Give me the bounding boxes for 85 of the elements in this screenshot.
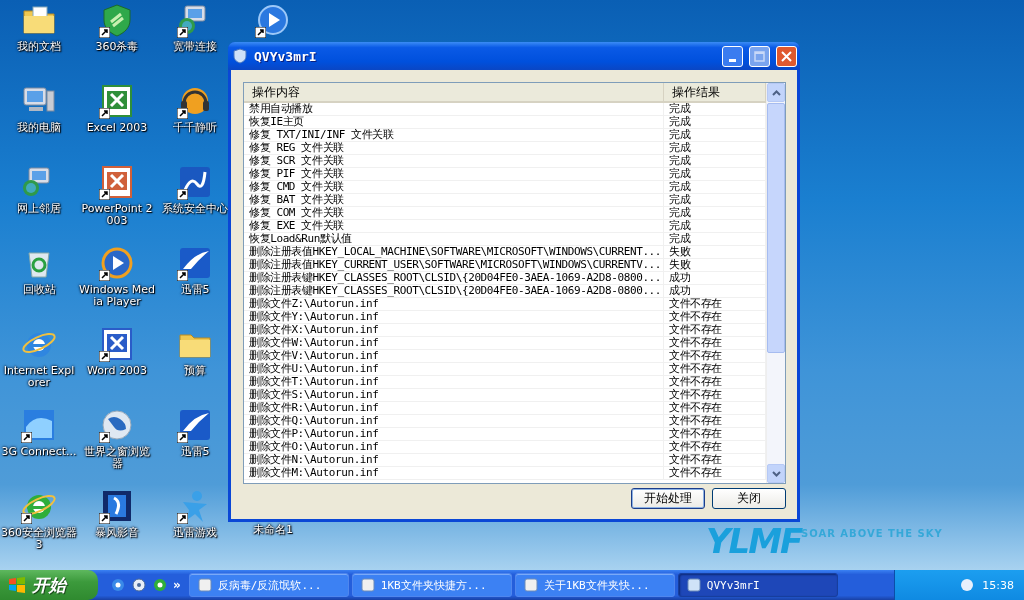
taskbar-button[interactable]: QVYv3mrI [677,573,838,597]
table-cell: 删除文件M:\Autorun.inf [244,467,664,479]
column-header[interactable]: 操作内容 [244,83,664,101]
desktop-icon-label[interactable]: 360杀毒 [79,41,155,53]
table-cell: 删除注册表键HKEY_CLASSES_ROOT\CLSID\{20D04FE0-3AEA-1069-A2D8-0800... [244,272,664,284]
windows-flag-icon [8,577,26,593]
document-icon [99,164,135,200]
document-icon [99,83,135,119]
window-icon [686,578,701,592]
table-cell: 删除文件P:\Autorun.inf [244,428,664,440]
table-cell: 修复 EXE 文件关联 [244,220,664,232]
table-cell: 删除文件W:\Autorun.inf [244,337,664,349]
table-cell: 删除文件T:\Autorun.inf [244,376,664,388]
desktop-icon-label[interactable]: 我的文档 [1,41,77,53]
maximize-icon [754,50,765,62]
table-cell: 修复 PIF 文件关联 [244,168,664,180]
taskbar-button[interactable]: 关于1KB文件夹快... [514,573,675,597]
gear-icon[interactable] [131,577,147,593]
taskbar-button[interactable]: 反病毒/反流氓软... [188,573,349,597]
start-button[interactable]: 开始 [0,570,98,600]
media-player-icon [99,245,135,281]
browser-icon[interactable] [110,577,126,593]
table-cell: 修复 BAT 文件关联 [244,194,664,206]
table-cell: 删除注册表键HKEY_CLASSES_ROOT\CLSID\{20D04FE0-3AEA-1069-A2D8-0800... [244,285,664,297]
player-icon [255,2,291,38]
desktop-icon-label[interactable]: 世界之窗浏览器 [79,446,155,470]
table-cell: 删除文件U:\Autorun.inf [244,363,664,375]
desktop-icon-label[interactable]: Windows Media Player [79,284,155,308]
window-icon [360,578,375,592]
desktop-icon-label[interactable]: Excel 2003 [79,122,155,134]
table-cell: 删除文件V:\Autorun.inf [244,350,664,362]
globe-tile-icon [21,407,57,443]
globe-icon [99,407,135,443]
tray-icon[interactable] [960,578,975,592]
table-cell: 删除文件O:\Autorun.inf [244,441,664,453]
desktop-icon-label[interactable]: 回收站 [1,284,77,296]
desktop-icon-label[interactable]: 360安全浏览器 3 [1,527,77,551]
security-center-icon [177,164,213,200]
chevron-up-icon [771,89,781,96]
table-cell: 修复 REG 文件关联 [244,142,664,154]
table-cell: 删除文件N:\Autorun.inf [244,454,664,466]
close-icon [781,50,792,62]
feather-icon [177,407,213,443]
table-cell: 修复 TXT/INI/INF 文件关联 [244,129,664,141]
desktop-icon-label[interactable]: Word 2003 [79,365,155,377]
clock: 15:38 [982,578,1014,592]
minimize-button[interactable] [722,45,743,67]
wallpaper-slogan: SOAR ABOVE THE SKY [801,528,943,539]
desktop-icon-label[interactable]: Internet Explorer [1,365,77,389]
table-cell: 恢复Load&Run默认值 [244,233,664,245]
table-cell: 删除文件Q:\Autorun.inf [244,415,664,427]
scrollbar[interactable] [766,83,785,483]
desktop-icon-label[interactable]: PowerPoint 2003 [79,203,155,227]
desktop-icon-label[interactable]: 未命名1 [235,524,311,536]
document-icon [99,326,135,362]
table-cell: 禁用自动播放 [244,103,664,115]
minimize-icon [729,58,736,62]
table-cell: 删除文件Y:\Autorun.inf [244,311,664,323]
desktop-icon-label[interactable]: 网上邻居 [1,203,77,215]
table-cell: 删除注册表值HKEY_CURRENT_USER\SOFTWARE\MICROSOFT\WINDOWS\CURRENTV... [244,259,664,271]
table-cell: 修复 SCR 文件关联 [244,155,664,167]
desktop-icon-label[interactable]: 3G Connect... [1,446,77,458]
start-process-button[interactable]: 开始处理 [631,488,705,509]
table-cell: 修复 COM 文件关联 [244,207,664,219]
window-title: QVYv3mrI [254,48,318,64]
table-cell: 删除文件R:\Autorun.inf [244,402,664,414]
more-chevron[interactable]: » [173,578,181,592]
window-icon [523,578,538,592]
close-dialog-button[interactable]: 关闭 [712,488,786,509]
table-cell: 删除文件X:\Autorun.inf [244,324,664,336]
close-button[interactable] [776,45,797,67]
taskbar-button[interactable]: 1KB文件夹快捷方... [351,573,512,597]
window-icon [197,578,212,592]
table-cell: 删除注册表值HKEY_LOCAL_MACHINE\SOFTWARE\MICROSOFT\WINDOWS\CURRENT... [244,246,664,258]
table-cell: 删除文件Z:\Autorun.inf [244,298,664,310]
shield-icon [232,48,248,64]
wallpaper-logo: YLMF [706,521,802,561]
table-cell: 修复 CMD 文件关联 [244,181,664,193]
maximize-button[interactable] [749,45,770,67]
desktop-icon-label[interactable]: 我的电脑 [1,122,77,134]
feather-icon [177,245,213,281]
browser-icon[interactable] [152,577,168,593]
chevron-down-icon [771,470,781,477]
table-cell: 恢复IE主页 [244,116,664,128]
table-cell: 删除文件S:\Autorun.inf [244,389,664,401]
